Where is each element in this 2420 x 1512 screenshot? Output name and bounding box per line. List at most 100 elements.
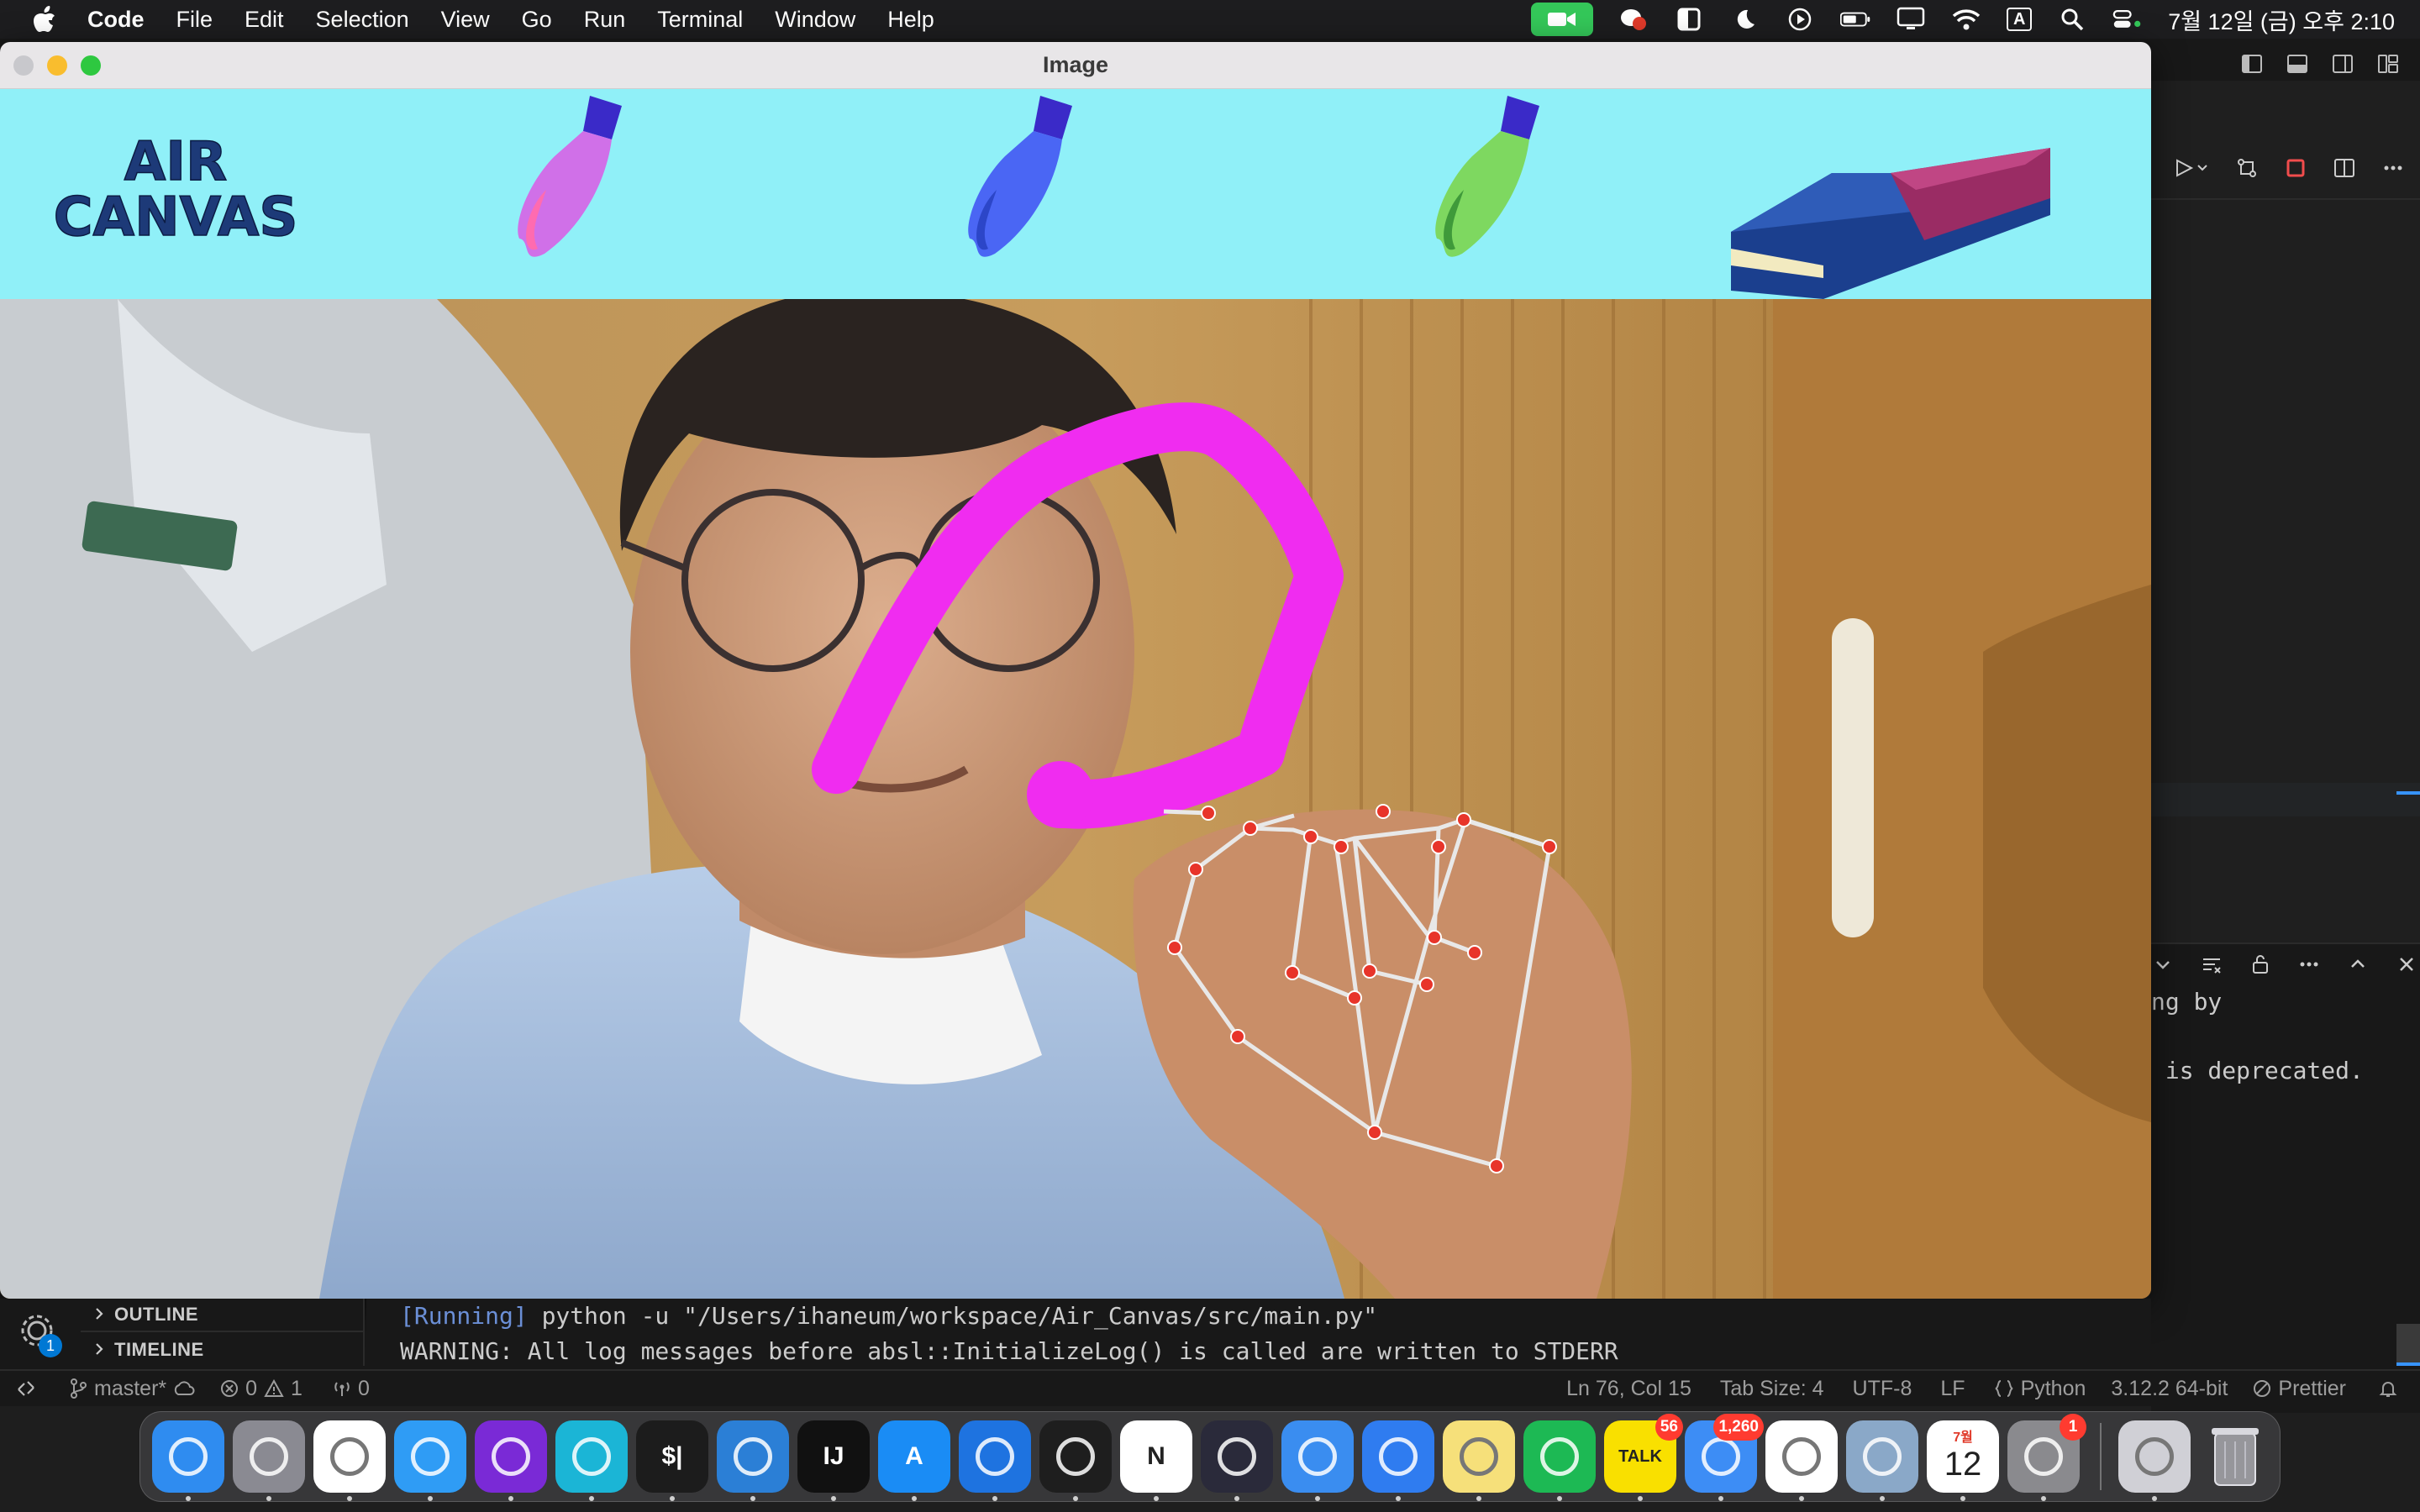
chevron-down-icon[interactable] — [2151, 953, 2175, 976]
battery-icon[interactable] — [1840, 7, 1870, 32]
encoding-status[interactable]: UTF-8 — [1853, 1377, 1912, 1401]
menu-app-code[interactable]: Code — [87, 7, 145, 33]
chevron-right-icon[interactable] — [91, 1341, 108, 1357]
dock-notion-icon[interactable]: N — [1120, 1420, 1192, 1501]
dock-preview-icon[interactable] — [1846, 1420, 1918, 1501]
dock-icon-emblem — [1863, 1437, 1902, 1476]
more-actions-icon[interactable] — [2381, 156, 2405, 180]
image-window-titlebar[interactable]: Image — [0, 42, 2151, 89]
split-editor-icon[interactable] — [2333, 156, 2356, 180]
eraser-icon[interactable] — [1723, 139, 2059, 299]
minimize-window-button[interactable] — [47, 55, 67, 76]
control-center-icon[interactable] — [2112, 7, 2143, 32]
apple-icon[interactable] — [32, 5, 57, 34]
dock-app-store-icon[interactable]: A — [878, 1420, 950, 1501]
menu-edit[interactable]: Edit — [245, 7, 284, 33]
remote-indicator[interactable] — [0, 1378, 52, 1399]
dock-vscode-icon[interactable] — [717, 1420, 789, 1501]
dock-trash-icon[interactable] — [2199, 1420, 2271, 1493]
dock-finder-2-icon[interactable] — [1281, 1420, 1354, 1501]
dock-kakaotalk-icon[interactable]: TALK 56 — [1604, 1414, 1683, 1501]
dock-system-settings-icon[interactable]: 1 — [2007, 1414, 2086, 1501]
menu-run[interactable]: Run — [584, 7, 626, 33]
dock-figma-icon[interactable] — [1039, 1420, 1112, 1501]
camera-in-use-icon[interactable] — [1531, 3, 1594, 36]
menu-bar-clock[interactable]: 7월 12일 (금) 오후 2:10 — [2168, 3, 2395, 36]
dock-safari-icon[interactable] — [394, 1420, 466, 1501]
menu-selection[interactable]: Selection — [316, 7, 409, 33]
python-interpreter[interactable]: 3.12.2 64-bit — [2111, 1377, 2228, 1401]
blue-brush-icon[interactable] — [946, 89, 1089, 299]
lock-scroll-icon[interactable] — [2249, 953, 2272, 976]
indentation-status[interactable]: Tab Size: 4 — [1720, 1377, 1824, 1401]
problems-status[interactable]: 0 1 — [220, 1377, 302, 1401]
toggle-secondary-sidebar-icon[interactable] — [2331, 52, 2354, 76]
dock-chrome-icon[interactable] — [313, 1420, 386, 1501]
dock-terminal-icon[interactable]: $| — [636, 1420, 708, 1501]
prettier-status[interactable]: Prettier — [2253, 1377, 2346, 1401]
menu-view[interactable]: View — [441, 7, 490, 33]
dock-launchpad-icon[interactable] — [233, 1420, 305, 1501]
dock-notes-icon[interactable] — [1443, 1420, 1515, 1501]
focus-moon-icon[interactable] — [1729, 7, 1760, 32]
ports-status[interactable]: 0 — [333, 1377, 370, 1401]
chevron-right-icon[interactable] — [91, 1305, 108, 1322]
dock-mail-icon[interactable]: 1,260 — [1685, 1414, 1764, 1501]
outline-section-header[interactable]: OUTLINE — [114, 1304, 198, 1326]
spotlight-search-icon[interactable] — [2057, 7, 2087, 32]
running-indicator — [1234, 1496, 1239, 1501]
dock-rocket-icon[interactable] — [2118, 1420, 2191, 1501]
dock-intellij-icon[interactable]: IJ — [797, 1420, 870, 1501]
notifications-bell[interactable] — [2378, 1378, 2398, 1399]
stop-code-run-icon[interactable] — [2284, 156, 2307, 180]
dock-keynote-icon[interactable] — [1362, 1420, 1434, 1501]
menu-file[interactable]: File — [176, 7, 213, 33]
menu-terminal[interactable]: Terminal — [657, 7, 743, 33]
menu-window[interactable]: Window — [775, 7, 855, 33]
customize-layout-icon[interactable] — [2376, 52, 2400, 76]
panel-more-icon[interactable] — [2297, 953, 2321, 976]
image-window[interactable]: Image AIR CANVAS — [0, 42, 2151, 1299]
toggle-panel-icon[interactable] — [2286, 52, 2309, 76]
dock-edge-icon[interactable] — [555, 1420, 628, 1501]
input-source-icon[interactable]: A — [2007, 8, 2033, 31]
running-indicator — [2152, 1496, 2157, 1501]
dock-calendar-icon[interactable]: 7월 12 — [1927, 1420, 1999, 1501]
green-brush-icon[interactable] — [1413, 89, 1556, 299]
manage-gear-button[interactable]: 1 — [17, 1310, 62, 1360]
close-panel-icon[interactable] — [2395, 953, 2418, 976]
timeline-section-header[interactable]: TIMELINE — [114, 1339, 204, 1361]
dock-spotify-icon[interactable] — [1523, 1420, 1596, 1501]
toggle-primary-sidebar-icon[interactable] — [2240, 52, 2264, 76]
dock-finder-icon[interactable] — [152, 1420, 224, 1501]
zoom-window-button[interactable] — [81, 55, 101, 76]
pink-brush-icon[interactable] — [496, 89, 639, 299]
webcam-canvas[interactable] — [0, 299, 2151, 1299]
dock-xcode-icon[interactable] — [959, 1420, 1031, 1501]
eol-status[interactable]: LF — [1940, 1377, 1965, 1401]
wifi-icon[interactable] — [1951, 7, 1981, 32]
dock-firefox-icon[interactable] — [475, 1420, 547, 1501]
dock-photos-icon[interactable] — [1765, 1420, 1838, 1501]
menu-go[interactable]: Go — [522, 7, 552, 33]
clear-output-icon[interactable] — [2200, 953, 2223, 976]
output-terminal[interactable]: [Running] python -u "/Users/ihaneum/work… — [366, 1299, 2151, 1366]
notification-app-icon[interactable] — [1618, 7, 1649, 32]
sidebar-toggle-icon[interactable] — [1674, 7, 1704, 32]
compare-changes-icon[interactable] — [2235, 156, 2259, 180]
dock-obsidian-icon[interactable] — [1201, 1420, 1273, 1501]
maximize-panel-icon[interactable] — [2346, 953, 2370, 976]
git-branch-status[interactable]: master* — [69, 1377, 195, 1401]
vscode-title-area — [2151, 39, 2420, 81]
running-indicator — [1718, 1496, 1723, 1501]
terminal-scrollbar[interactable] — [2396, 1324, 2420, 1362]
now-playing-icon[interactable] — [1785, 7, 1815, 32]
language-mode[interactable]: Python — [1994, 1377, 2086, 1401]
menu-help[interactable]: Help — [887, 7, 934, 33]
run-python-icon[interactable] — [2173, 156, 2210, 180]
running-indicator — [992, 1496, 997, 1501]
dock-icon-glyph: IJ — [823, 1442, 844, 1470]
display-icon[interactable] — [1896, 7, 1926, 32]
close-window-button[interactable] — [13, 55, 34, 76]
cursor-position[interactable]: Ln 76, Col 15 — [1566, 1377, 1691, 1401]
